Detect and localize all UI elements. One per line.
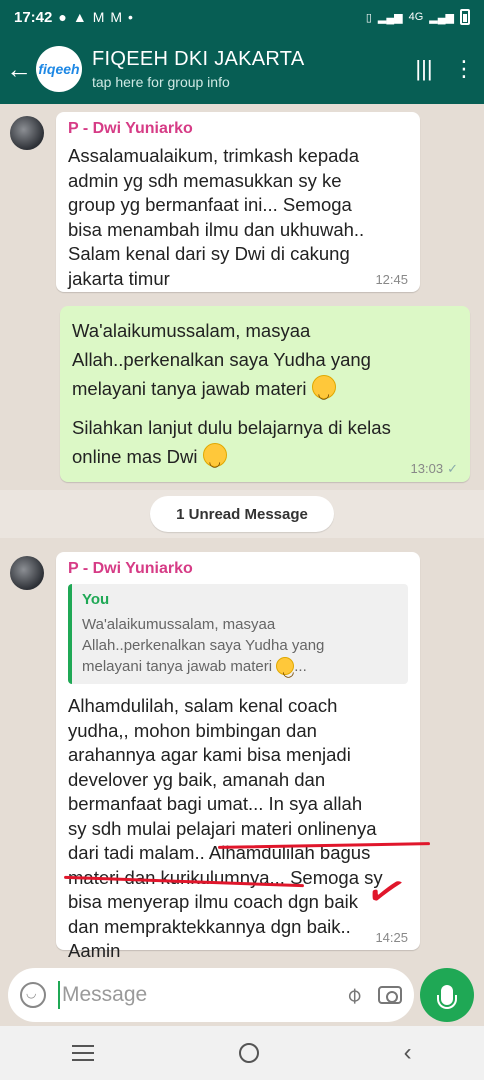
smile-emoji-icon [311, 375, 336, 408]
group-title-area[interactable]: FIQEEH DKI JAKARTA tap here for group in… [92, 48, 404, 90]
mail-icon: M [92, 9, 105, 25]
message-bubble-incoming[interactable]: P - Dwi Yuniarko Assalamualaikum, trimka… [56, 112, 420, 292]
sent-tick-icon: ✓ [447, 461, 458, 476]
message-time: 13:03 ✓ [410, 461, 458, 476]
message-text-2: Silahkan lanjut dulu belajarnya di kelas… [72, 413, 458, 476]
mail-icon-2: M [110, 9, 123, 25]
grin-emoji-icon [202, 443, 227, 476]
emoji-icon[interactable] [20, 982, 46, 1008]
sender-avatar[interactable] [10, 556, 44, 590]
text-caret [58, 981, 60, 1009]
group-title[interactable]: FIQEEH DKI JAKARTA [92, 48, 404, 71]
status-bar: 17:42 ● ▲ M M • ▯ ▂▄▆ 4G ▂▄▆ [0, 0, 484, 34]
quoted-message[interactable]: You Wa'alaikumussalam, masyaa Allah..per… [68, 584, 408, 684]
message-input[interactable]: Message [62, 983, 347, 1007]
message-time: 12:45 [375, 272, 408, 287]
message-time: 14:25 [375, 930, 408, 945]
group-subtitle: tap here for group info [92, 74, 230, 90]
message-text: Wa'alaikumussalam, masyaa Allah..perkena… [72, 316, 458, 408]
signal-icon-2: ▂▄▆ [429, 11, 454, 24]
more-dot-icon: • [128, 9, 133, 25]
camera-icon[interactable] [378, 986, 402, 1004]
mic-icon [437, 985, 457, 1009]
quote-sender: You [82, 591, 110, 608]
smile-emoji-icon [276, 657, 294, 682]
more-options-icon[interactable]: ⋮ [444, 56, 484, 82]
voice-chat-icon[interactable]: ||| [404, 56, 444, 82]
chat-header[interactable]: ← fiqeeh FIQEEH DKI JAKARTA tap here for… [0, 34, 484, 104]
message-bubble-outgoing[interactable]: Wa'alaikumussalam, masyaa Allah..perkena… [60, 306, 470, 482]
unread-badge: 1 Unread Message [150, 496, 334, 532]
group-avatar[interactable]: fiqeeh [36, 46, 82, 92]
vibrate-icon: ▯ [365, 11, 372, 24]
chat-notification-icon: ● [58, 9, 67, 25]
recent-apps-icon[interactable] [72, 1045, 95, 1061]
signal-icon: ▂▄▆ [377, 11, 403, 24]
status-time: 17:42 [14, 8, 53, 26]
message-text: Assalamualaikum, trimkash kepada admin y… [68, 145, 365, 289]
message-text: Alhamdulilah, salam kenal coach yudha,, … [68, 695, 383, 961]
sender-name[interactable]: P - Dwi Yuniarko [68, 120, 408, 138]
system-nav-bar: ‹ [0, 1026, 484, 1080]
home-icon[interactable] [238, 1043, 259, 1063]
chat-area[interactable]: P - Dwi Yuniarko Assalamualaikum, trimka… [0, 104, 484, 966]
message-input-box[interactable]: Message ⌀ [8, 968, 414, 1022]
sender-name[interactable]: P - Dwi Yuniarko [68, 560, 408, 578]
alert-icon: ▲ [72, 9, 87, 25]
sender-avatar[interactable] [10, 116, 44, 150]
nav-back-icon[interactable]: ‹ [404, 1039, 412, 1067]
network-type: 4G [408, 11, 424, 23]
battery-icon [460, 9, 470, 25]
back-arrow-icon[interactable]: ← [2, 54, 36, 85]
composer: Message ⌀ [0, 966, 484, 1026]
quote-text: Wa'alaikumussalam, masyaa Allah..perkena… [82, 614, 398, 682]
mic-button[interactable] [420, 968, 474, 1022]
